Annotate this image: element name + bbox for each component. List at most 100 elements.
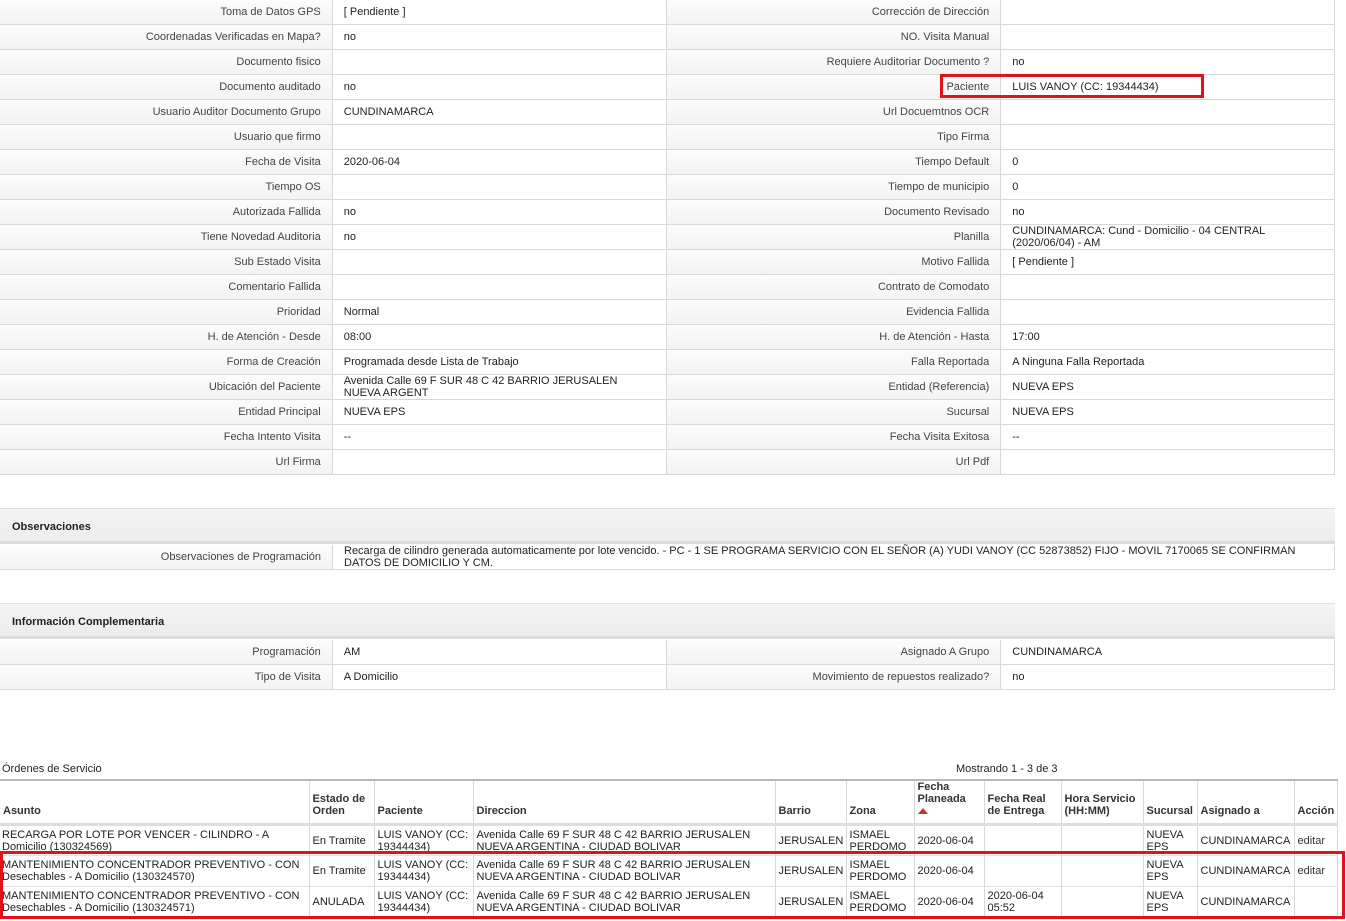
col-hora-servicio[interactable]: Hora Servicio (HH:MM) bbox=[1061, 779, 1144, 826]
col-paciente[interactable]: Paciente bbox=[374, 779, 474, 826]
tipo-de-visita-label: Tipo de Visita bbox=[0, 665, 333, 690]
col-zona[interactable]: Zona bbox=[846, 779, 915, 826]
sucursal-value: NUEVA EPS bbox=[1001, 400, 1335, 425]
fecha-visita-exitosa-value: -- bbox=[1001, 425, 1335, 450]
cell-estado: ANULADA bbox=[309, 886, 375, 918]
tiempo-os-label: Tiempo OS bbox=[0, 175, 333, 200]
detail-row: Fecha de Visita 2020-06-04 Tiempo Default… bbox=[0, 150, 1335, 175]
col-direccion[interactable]: Direccion bbox=[473, 779, 776, 826]
cell-fecha-real bbox=[984, 824, 1062, 856]
detail-row: Documento auditado no Paciente LUIS VANOY … bbox=[0, 75, 1335, 100]
fecha-de-visita-value: 2020-06-04 bbox=[332, 150, 667, 175]
cell-direccion: Avenida Calle 69 F SUR 48 C 42 BARRIO JE… bbox=[473, 886, 776, 918]
table-row: MANTENIMIENTO CONCENTRADOR PREVENTIVO - … bbox=[0, 886, 1338, 918]
sub-estado-visita-label: Sub Estado Visita bbox=[0, 250, 333, 275]
observaciones-title: Observaciones bbox=[12, 521, 91, 533]
detail-row: Tiene Novedad Auditoria no Planilla CUNDIN… bbox=[0, 225, 1335, 250]
cell-asunto: RECARGA POR LOTE POR VENCER - CILINDRO -… bbox=[0, 824, 310, 856]
observaciones-label: Observaciones de Programación bbox=[0, 545, 333, 570]
documento-auditado-label: Documento auditado bbox=[0, 75, 333, 100]
entidad-referencia-label: Entidad (Referencia) bbox=[666, 375, 1002, 400]
cell-asignado: CUNDINAMARCA bbox=[1197, 824, 1295, 856]
cell-zona: ISMAEL PERDOMO bbox=[846, 824, 915, 856]
url-pdf-label: Url Pdf bbox=[666, 450, 1002, 475]
observaciones-header: Observaciones bbox=[0, 508, 1335, 544]
url-docuemtnos-ocr-value bbox=[1001, 100, 1335, 125]
col-fecha-planeada-label: Fecha Planeada bbox=[917, 781, 966, 805]
sub-estado-visita-value bbox=[332, 250, 667, 275]
movimiento-de-repuestos-realizado-label: Movimiento de repuestos realizado? bbox=[666, 665, 1002, 690]
col-asunto[interactable]: Asunto bbox=[0, 779, 310, 826]
cell-fecha-real bbox=[984, 855, 1062, 887]
cell-fecha-planeada: 2020-06-04 bbox=[914, 886, 985, 918]
col-barrio[interactable]: Barrio bbox=[775, 779, 847, 826]
col-estado[interactable]: Estado de Orden bbox=[309, 779, 375, 826]
tipo-firma-label: Tipo Firma bbox=[666, 125, 1002, 150]
sucursal-label: Sucursal bbox=[666, 400, 1002, 425]
tiene-novedad-auditoria-label: Tiene Novedad Auditoria bbox=[0, 225, 333, 250]
cell-hora bbox=[1061, 886, 1144, 918]
cell-sucursal: NUEVA EPS bbox=[1143, 855, 1198, 887]
documento-revisado-label: Documento Revisado bbox=[666, 200, 1002, 225]
col-fecha-real[interactable]: Fecha Real de Entrega bbox=[984, 779, 1062, 826]
cell-zona: ISMAEL PERDOMO bbox=[846, 886, 915, 918]
programacion-label: Programación bbox=[0, 640, 333, 665]
col-fecha-planeada[interactable]: Fecha Planeada bbox=[914, 779, 985, 826]
correccion-de-direccion-label: Corrección de Dirección bbox=[666, 0, 1002, 25]
documento-fisico-label: Documento fisico bbox=[0, 50, 333, 75]
edit-link[interactable]: editar bbox=[1294, 824, 1338, 856]
autorizada-fallida-value: no bbox=[332, 200, 667, 225]
table-row: MANTENIMIENTO CONCENTRADOR PREVENTIVO - … bbox=[0, 855, 1338, 887]
evidencia-fallida-label: Evidencia Fallida bbox=[666, 300, 1002, 325]
detail-row: Prioridad Normal Evidencia Fallida bbox=[0, 300, 1335, 325]
entidad-principal-value: NUEVA EPS bbox=[332, 400, 667, 425]
url-pdf-value bbox=[1001, 450, 1335, 475]
documento-revisado-value: no bbox=[1001, 200, 1335, 225]
detail-row: Entidad Principal NUEVA EPS Sucursal NUEVA … bbox=[0, 400, 1335, 425]
detail-row: H. de Atención - Desde 08:00 H. de Atenció… bbox=[0, 325, 1335, 350]
cell-asunto: MANTENIMIENTO CONCENTRADOR PREVENTIVO - … bbox=[0, 855, 310, 887]
detail-row: Url Firma Url Pdf bbox=[0, 450, 1335, 475]
col-sucursal[interactable]: Sucursal bbox=[1143, 779, 1198, 826]
fecha-intento-visita-value: -- bbox=[332, 425, 667, 450]
detail-grid: Toma de Datos GPS[ Pendiente ] Corrección… bbox=[0, 0, 1335, 475]
cell-direccion: Avenida Calle 69 F SUR 48 C 42 BARRIO JE… bbox=[473, 824, 776, 856]
sort-asc-icon bbox=[917, 808, 928, 814]
cell-hora bbox=[1061, 855, 1144, 887]
cell-fecha-planeada: 2020-06-04 bbox=[914, 824, 985, 856]
comentario-fallida-value bbox=[332, 275, 667, 300]
tiempo-os-value bbox=[332, 175, 667, 200]
cell-barrio: JERUSALEN bbox=[775, 886, 847, 918]
cell-paciente: LUIS VANOY (CC: 19344434) bbox=[374, 886, 474, 918]
complementaria-header: Información Complementaria bbox=[0, 603, 1335, 639]
coordenadas-verificadas-en-mapa-label: Coordenadas Verificadas en Mapa? bbox=[0, 25, 333, 50]
cell-asunto: MANTENIMIENTO CONCENTRADOR PREVENTIVO - … bbox=[0, 886, 310, 918]
usuario-auditor-documento-grupo-label: Usuario Auditor Documento Grupo bbox=[0, 100, 333, 125]
edit-link[interactable]: editar bbox=[1294, 855, 1338, 887]
detail-row: Programación AM Asignado A Grupo CUNDINAMAR… bbox=[0, 640, 1335, 665]
detail-row: Coordenadas Verificadas en Mapa? no NO. V… bbox=[0, 25, 1335, 50]
motivo-fallida-label: Motivo Fallida bbox=[666, 250, 1002, 275]
tiempo-default-value: 0 bbox=[1001, 150, 1335, 175]
cell-fecha-planeada: 2020-06-04 bbox=[914, 855, 985, 887]
col-accion: Acción bbox=[1294, 779, 1338, 826]
tiempo-de-municipio-label: Tiempo de municipio bbox=[666, 175, 1002, 200]
planilla-label: Planilla bbox=[666, 225, 1002, 250]
col-asignado[interactable]: Asignado a bbox=[1197, 779, 1295, 826]
cell-sucursal: NUEVA EPS bbox=[1143, 886, 1198, 918]
ubicacion-del-paciente-value: Avenida Calle 69 F SUR 48 C 42 BARRIO JE… bbox=[332, 375, 667, 400]
h-de-atencion-hasta-value: 17:00 bbox=[1001, 325, 1335, 350]
requiere-auditoriar-documento-value: no bbox=[1001, 50, 1335, 75]
contrato-de-comodato-value bbox=[1001, 275, 1335, 300]
orders-body: RECARGA POR LOTE POR VENCER - CILINDRO -… bbox=[0, 824, 1338, 918]
cell-asignado: CUNDINAMARCA bbox=[1197, 855, 1295, 887]
asignado-a-grupo-value: CUNDINAMARCA bbox=[1001, 640, 1335, 665]
detail-row: Documento fisico Requiere Auditoriar Docu… bbox=[0, 50, 1335, 75]
cell-barrio: JERUSALEN bbox=[775, 824, 847, 856]
observaciones-row: Observaciones de Programación Recarga de… bbox=[0, 545, 1335, 570]
documento-auditado-value: no bbox=[332, 75, 667, 100]
contrato-de-comodato-label: Contrato de Comodato bbox=[666, 275, 1002, 300]
orders-table: Asunto Estado de Orden Paciente Direccio… bbox=[0, 779, 1338, 918]
prioridad-value: Normal bbox=[332, 300, 667, 325]
cell-barrio: JERUSALEN bbox=[775, 855, 847, 887]
